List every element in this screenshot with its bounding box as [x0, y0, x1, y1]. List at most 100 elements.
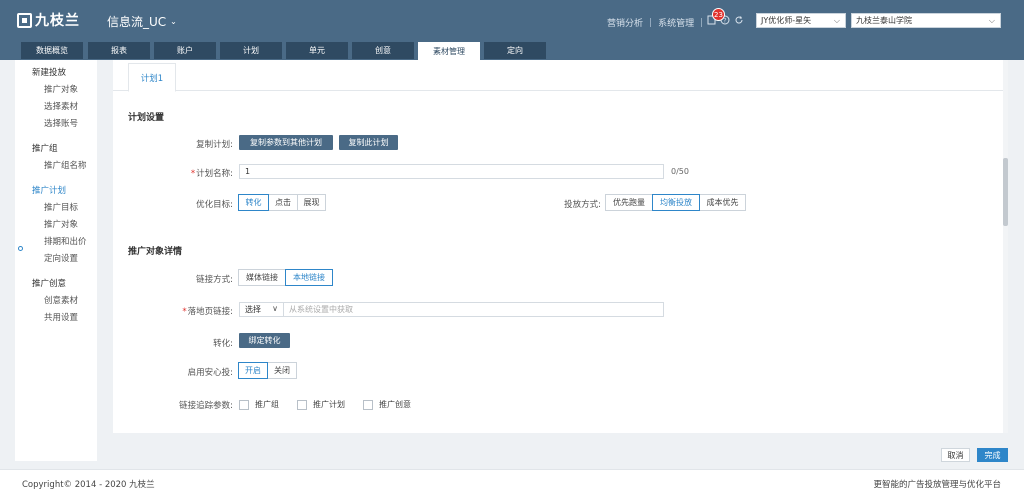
tab-creative[interactable]: 创意: [352, 42, 414, 59]
plan-tabs: 计划1: [113, 60, 1005, 92]
tab-plan-1[interactable]: 计划1: [128, 63, 176, 92]
plan-name-input[interactable]: 1: [239, 164, 664, 179]
safe-delivery-toggle: 开启 关闭: [238, 362, 297, 379]
divider: |: [700, 17, 704, 28]
tab-unit[interactable]: 单元: [286, 42, 348, 59]
copy-to-other-plans-button[interactable]: 复制参数到其他计划: [239, 135, 333, 150]
delivery-option-volume-first[interactable]: 优先跑量: [605, 194, 653, 211]
scrollbar-track[interactable]: [1003, 60, 1008, 433]
sidebar-item-shared-settings[interactable]: 共用设置: [44, 311, 78, 323]
app-switcher[interactable]: 信息流_UC ⌄: [107, 13, 177, 30]
org-select-value: 九枝兰泰山学院: [856, 16, 912, 25]
safe-delivery-on[interactable]: 开启: [238, 362, 268, 379]
link-mode-selector: 媒体链接 本地链接: [238, 269, 333, 286]
tracking-option-label: 推广计划: [313, 400, 345, 409]
sidebar-item-promo-object[interactable]: 推广对象: [44, 83, 78, 95]
current-step-indicator: [18, 246, 23, 251]
slogan-text: 更智能的广告投放管理与优化平台: [873, 480, 1001, 490]
link-mode-media[interactable]: 媒体链接: [238, 269, 286, 286]
landing-page-select-value: 选择: [245, 305, 261, 314]
landing-page-input[interactable]: 从系统设置中获取: [283, 302, 664, 317]
svg-text:?: ?: [723, 18, 726, 25]
copyright-text: Copyright© 2014 - 2020 九枝兰: [22, 480, 155, 490]
plan-name-label-text: 计划名称:: [196, 169, 233, 179]
plan-name-label: *计划名称:: [153, 167, 233, 179]
sidebar-item-promo-object-2[interactable]: 推广对象: [44, 218, 78, 230]
account-select[interactable]: JY优化师-星矢 ⌵: [756, 13, 846, 28]
copy-this-plan-button[interactable]: 复制此计划: [339, 135, 398, 150]
sidebar-item-select-account[interactable]: 选择账号: [44, 117, 78, 129]
plan-name-value: 1: [245, 167, 251, 176]
account-select-value: JY优化师-星矢: [761, 16, 812, 25]
system-management-link[interactable]: 系统管理: [658, 16, 694, 29]
checkbox[interactable]: [239, 399, 249, 410]
goal-option-conversion[interactable]: 转化: [238, 194, 269, 211]
tracking-option-promo-group[interactable]: 推广组: [239, 399, 279, 410]
sidebar-item-creative-material[interactable]: 创意素材: [44, 294, 78, 306]
tab-reports[interactable]: 报表: [88, 42, 150, 59]
link-mode-local[interactable]: 本地链接: [285, 269, 333, 286]
tracking-option-promo-creative[interactable]: 推广创意: [363, 399, 411, 410]
delivery-option-balanced[interactable]: 均衡投放: [652, 194, 700, 211]
main-content: 计划1 计划设置 复制计划: 复制参数到其他计划 复制此计划 *计划名称: 1 …: [113, 60, 1005, 433]
scrollbar-thumb[interactable]: [1003, 158, 1008, 226]
landing-page-label: *落地页链接:: [153, 305, 233, 317]
landing-page-source-select[interactable]: 选择 ∨: [239, 302, 284, 317]
chevron-down-icon: ⌵: [988, 16, 995, 25]
tab-plan[interactable]: 计划: [220, 42, 282, 59]
top-header: 九枝兰 信息流_UC ⌄ 营销分析 | 系统管理 | ? 23 JY优化师-星矢…: [0, 0, 1024, 42]
section-title-target-details: 推广对象详情: [128, 247, 183, 257]
tracking-option-label: 推广创意: [379, 400, 411, 409]
tracking-params-checkboxes: 推广组 推广计划 推广创意: [239, 399, 429, 410]
logo[interactable]: 九枝兰: [17, 11, 80, 29]
sidebar-item-promo-goal[interactable]: 推广目标: [44, 201, 78, 213]
optimization-goal-selector: 转化 点击 展现: [238, 194, 326, 211]
tab-data-overview[interactable]: 数据概览: [21, 42, 83, 59]
checkbox[interactable]: [297, 399, 307, 410]
bind-conversion-button[interactable]: 绑定转化: [239, 333, 290, 348]
delivery-method-selector: 优先跑量 均衡投放 成本优先: [605, 194, 746, 211]
sidebar-item-targeting-settings[interactable]: 定向设置: [44, 252, 78, 264]
done-button[interactable]: 完成: [977, 448, 1008, 462]
chevron-down-icon: ⌄: [170, 17, 177, 26]
safe-delivery-label: 启用安心投:: [187, 368, 233, 378]
chevron-down-icon: ∨: [272, 304, 278, 313]
sidebar-item-new-delivery[interactable]: 新建投放: [32, 66, 66, 78]
goal-option-click[interactable]: 点击: [268, 194, 298, 211]
tracking-params-label: 链接追踪参数:: [179, 401, 233, 411]
goal-option-impression[interactable]: 展现: [297, 194, 326, 211]
main-nav: 数据概览 报表 账户 计划 单元 创意 素材管理 定向: [0, 42, 1024, 60]
footer: Copyright© 2014 - 2020 九枝兰 更智能的广告投放管理与优化…: [0, 469, 1024, 493]
tab-account[interactable]: 账户: [154, 42, 216, 59]
sidebar: 新建投放 推广对象 选择素材 选择账号 推广组 推广组名称 推广计划 推广目标 …: [15, 60, 97, 461]
landing-page-placeholder: 从系统设置中获取: [289, 305, 353, 314]
divider: |: [649, 17, 653, 28]
sidebar-item-promo-group-name[interactable]: 推广组名称: [44, 159, 87, 171]
copy-plan-label: 复制计划:: [196, 140, 233, 150]
landing-page-label-text: 落地页链接:: [187, 307, 233, 317]
optimization-goal-label: 优化目标:: [196, 200, 233, 210]
tracking-option-label: 推广组: [255, 400, 279, 409]
marketing-analysis-link[interactable]: 营销分析: [607, 16, 643, 29]
header-links: 营销分析 | 系统管理 |: [607, 16, 709, 30]
app-title: 信息流_UC: [107, 15, 167, 29]
tracking-option-promo-plan[interactable]: 推广计划: [297, 399, 345, 410]
sidebar-item-select-material[interactable]: 选择素材: [44, 100, 78, 112]
sidebar-item-promo-creative[interactable]: 推广创意: [32, 277, 66, 289]
sidebar-item-schedule-bid[interactable]: 排期和出价: [44, 235, 87, 247]
cancel-button[interactable]: 取消: [941, 448, 970, 462]
sidebar-item-promo-group[interactable]: 推广组: [32, 142, 58, 154]
safe-delivery-off[interactable]: 关闭: [267, 362, 297, 379]
section-title-plan-settings: 计划设置: [128, 113, 165, 123]
delivery-option-cost-first[interactable]: 成本优先: [699, 194, 746, 211]
sidebar-item-promo-plan[interactable]: 推广计划: [32, 184, 66, 196]
required-marker: *: [182, 307, 187, 317]
refresh-icon[interactable]: [734, 15, 744, 25]
org-select[interactable]: 九枝兰泰山学院 ⌵: [851, 13, 1001, 28]
tab-targeting[interactable]: 定向: [484, 42, 546, 59]
checkbox[interactable]: [363, 399, 373, 410]
tab-material-management[interactable]: 素材管理: [418, 42, 480, 60]
notification-badge: 23: [712, 8, 725, 21]
delivery-method-label: 投放方式:: [564, 200, 601, 210]
plan-name-counter: 0/50: [671, 167, 689, 176]
